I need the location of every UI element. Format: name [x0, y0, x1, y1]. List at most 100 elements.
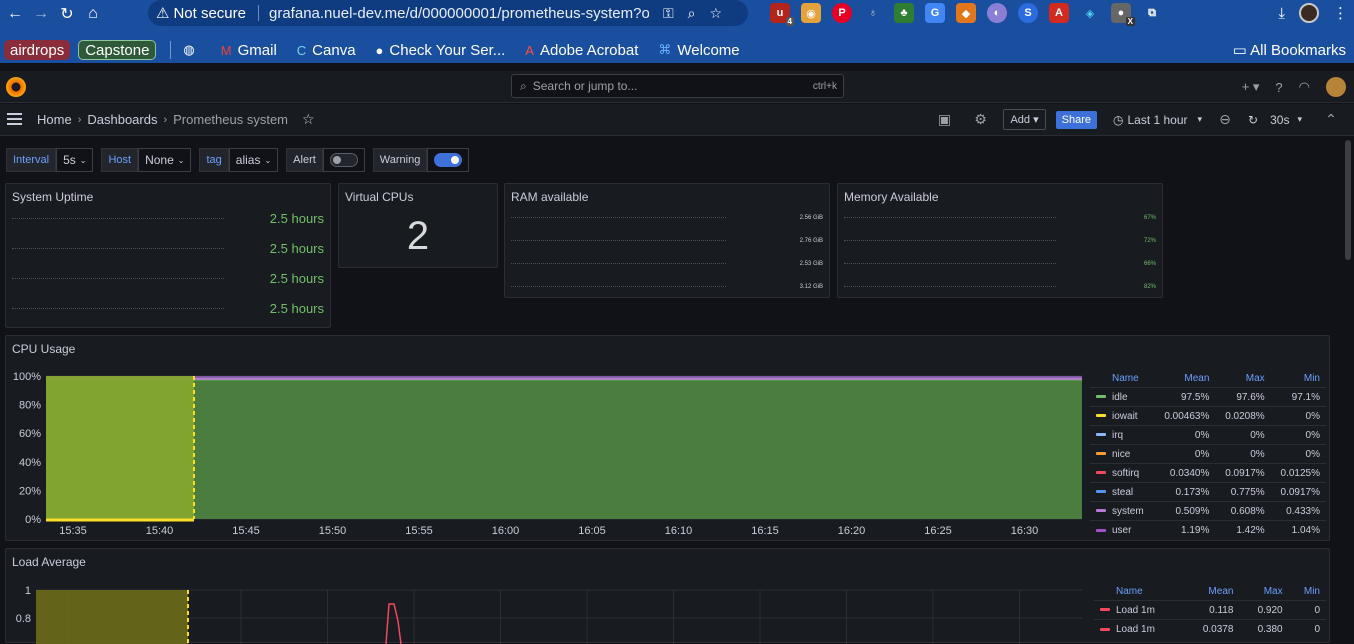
security-label[interactable]: Not secure: [173, 5, 246, 22]
panel-system-uptime[interactable]: System Uptime 2.5 hours 2.5 hours 2.5 ho…: [5, 183, 331, 328]
time-range-picker[interactable]: ◷ Last 1 hour ▾: [1113, 113, 1202, 127]
all-bookmarks[interactable]: ▭ All Bookmarks: [1233, 41, 1346, 59]
annotation-region[interactable]: [36, 590, 188, 644]
legend-row[interactable]: irq 0% 0% 0%: [1090, 425, 1326, 445]
bookmark-folder-airdrops[interactable]: airdrops: [4, 40, 71, 60]
legend-series-name[interactable]: steal: [1090, 482, 1155, 502]
panel-cpu-usage[interactable]: CPU Usage 100% 80% 60% 40% 20% 0% 15:35 15:40 15…: [5, 335, 1330, 541]
s-extension-icon[interactable]: S: [1018, 3, 1038, 23]
collapse-up-icon[interactable]: ⌃: [1318, 111, 1344, 128]
search-input[interactable]: ⌕ Search or jump to... ctrl+k: [511, 74, 844, 98]
grafana-logo-icon[interactable]: [6, 77, 26, 97]
back-icon[interactable]: ←: [2, 5, 28, 23]
help-icon[interactable]: ?: [1275, 80, 1282, 95]
alert-toggle[interactable]: [322, 148, 365, 172]
legend-series-name[interactable]: nice: [1090, 444, 1155, 464]
legend-header-mean[interactable]: Mean: [1154, 370, 1215, 388]
host-select[interactable]: None ⌄: [138, 148, 192, 172]
legend-row[interactable]: iowait 0.00463% 0.0208% 0%: [1090, 406, 1326, 426]
warning-switch[interactable]: [434, 153, 463, 167]
home-icon[interactable]: ⌂: [80, 5, 106, 23]
download-icon[interactable]: ⤓: [1278, 5, 1285, 22]
legend-row[interactable]: Load 1m 0.0378 0.380 0: [1094, 619, 1326, 639]
settings-gear-icon[interactable]: ⚙: [967, 111, 993, 128]
pinterest-extension-icon[interactable]: P: [832, 3, 852, 23]
legend-row[interactable]: user 1.19% 1.42% 1.04%: [1090, 520, 1326, 540]
rss-icon[interactable]: ◠: [1299, 79, 1310, 95]
legend-series-name[interactable]: iowait: [1090, 406, 1155, 426]
share-button[interactable]: Share: [1055, 110, 1097, 129]
key-icon[interactable]: ⚿: [663, 5, 674, 22]
menu-icon[interactable]: [7, 113, 22, 128]
address-bar[interactable]: ⚠ Not secure grafana.nuel-dev.me/d/00000…: [148, 0, 748, 26]
panel-memory-available[interactable]: Memory Available 67% 72% 66% 82%: [837, 183, 1163, 298]
legend-series-name[interactable]: irq: [1090, 425, 1155, 445]
legend-header-min[interactable]: Min: [1289, 583, 1326, 601]
favorite-star-icon[interactable]: ☆: [302, 111, 315, 128]
breadcrumb-home[interactable]: Home: [37, 112, 72, 127]
interval-select[interactable]: 5s ⌄: [56, 148, 94, 172]
bookmark-globe[interactable]: ◍: [183, 42, 200, 58]
page-scrollbar[interactable]: [1343, 140, 1353, 638]
forward-icon[interactable]: →: [28, 5, 54, 23]
legend-header-max[interactable]: Max: [1215, 370, 1270, 388]
translate-extension-icon[interactable]: G: [925, 3, 945, 23]
save-icon[interactable]: ▣: [931, 111, 957, 128]
url-text[interactable]: grafana.nuel-dev.me/d/000000001/promethe…: [269, 5, 649, 22]
plus-icon[interactable]: + ▾: [1242, 79, 1260, 95]
diamond-extension-icon[interactable]: ◈: [1080, 3, 1100, 23]
bottle-extension-icon[interactable]: ♁: [863, 3, 883, 23]
bookmark-canva[interactable]: C Canva: [297, 42, 356, 59]
reload-icon[interactable]: ↻: [54, 4, 80, 24]
panel-ram-available[interactable]: RAM available 2.56 GiB 2.76 GiB 2.53 GiB…: [504, 183, 830, 298]
legend-header-min[interactable]: Min: [1271, 370, 1326, 388]
legend-header-mean[interactable]: Mean: [1183, 583, 1240, 601]
metamask-extension-icon[interactable]: ◆: [956, 3, 976, 23]
puzzle-extensions-icon[interactable]: ⧉: [1142, 3, 1162, 23]
legend-series-name[interactable]: softirq: [1090, 463, 1155, 483]
bookmark-check-your-server[interactable]: ● Check Your Ser...: [376, 42, 506, 59]
legend-series-name[interactable]: idle: [1090, 387, 1155, 407]
grey-extension-icon[interactable]: ● X: [1111, 3, 1135, 26]
acrobat-extension-icon[interactable]: A: [1049, 3, 1069, 23]
annotation-region[interactable]: [46, 376, 194, 519]
legend-row[interactable]: Load 1m 0.118 0.920 0: [1094, 600, 1326, 620]
cookie-extension-icon[interactable]: ◉: [801, 3, 821, 23]
add-button[interactable]: Add ▾: [1003, 109, 1046, 130]
cpu-usage-chart[interactable]: 100% 80% 60% 40% 20% 0% 15:35 15:40 15:45 15:50 15…: [6, 336, 1091, 542]
ghost-extension-icon[interactable]: ◐: [987, 3, 1007, 23]
bookmark-star-icon[interactable]: ☆: [710, 5, 723, 22]
legend-series-name[interactable]: system: [1090, 501, 1155, 521]
panel-load-average[interactable]: Load Average 1 0.8 Name Mean Max Min Load…: [5, 548, 1330, 644]
legend-row[interactable]: nice 0% 0% 0%: [1090, 444, 1326, 464]
legend-row[interactable]: steal 0.173% 0.775% 0.0917%: [1090, 482, 1326, 502]
panel-virtual-cpus[interactable]: Virtual CPUs 2: [338, 183, 498, 268]
ublock-extension-icon[interactable]: u4: [770, 3, 794, 26]
breadcrumb-dashboards[interactable]: Dashboards: [87, 112, 157, 127]
legend-row[interactable]: softirq 0.0340% 0.0917% 0.0125%: [1090, 463, 1326, 483]
legend-header-name[interactable]: Name: [1090, 370, 1154, 388]
zoom-icon[interactable]: ⌕: [688, 5, 696, 22]
load-average-chart[interactable]: 10.8: [6, 549, 1091, 644]
bookmark-welcome[interactable]: ⌘ Welcome: [658, 42, 739, 59]
bookmark-folder-capstone[interactable]: Capstone: [78, 40, 157, 60]
bookmark-gmail[interactable]: M Gmail: [221, 42, 277, 59]
legend-series-name[interactable]: user: [1090, 520, 1155, 540]
profile-avatar[interactable]: [1299, 3, 1319, 23]
zoom-out-icon[interactable]: ⊖: [1212, 111, 1238, 128]
refresh-picker[interactable]: ↻ 30s ▾: [1248, 113, 1302, 127]
warning-toggle[interactable]: [427, 148, 470, 172]
legend-header-name[interactable]: Name: [1094, 583, 1183, 601]
alert-switch[interactable]: [329, 153, 358, 167]
menu-kebab-icon[interactable]: ⋮: [1333, 4, 1348, 22]
legend-header-max[interactable]: Max: [1239, 583, 1288, 601]
scrollbar-thumb[interactable]: [1345, 140, 1351, 260]
legend-row[interactable]: idle 97.5% 97.6% 97.1%: [1090, 387, 1326, 407]
legend-row[interactable]: system 0.509% 0.608% 0.433%: [1090, 501, 1326, 521]
legend-series-name[interactable]: Load 1m: [1094, 619, 1183, 639]
tree-extension-icon[interactable]: ♣: [894, 3, 914, 23]
user-avatar[interactable]: [1326, 77, 1346, 97]
legend-series-name[interactable]: Load 1m: [1094, 600, 1183, 620]
tag-select[interactable]: alias ⌄: [228, 148, 279, 172]
bookmark-adobe-acrobat[interactable]: A Adobe Acrobat: [525, 42, 638, 59]
